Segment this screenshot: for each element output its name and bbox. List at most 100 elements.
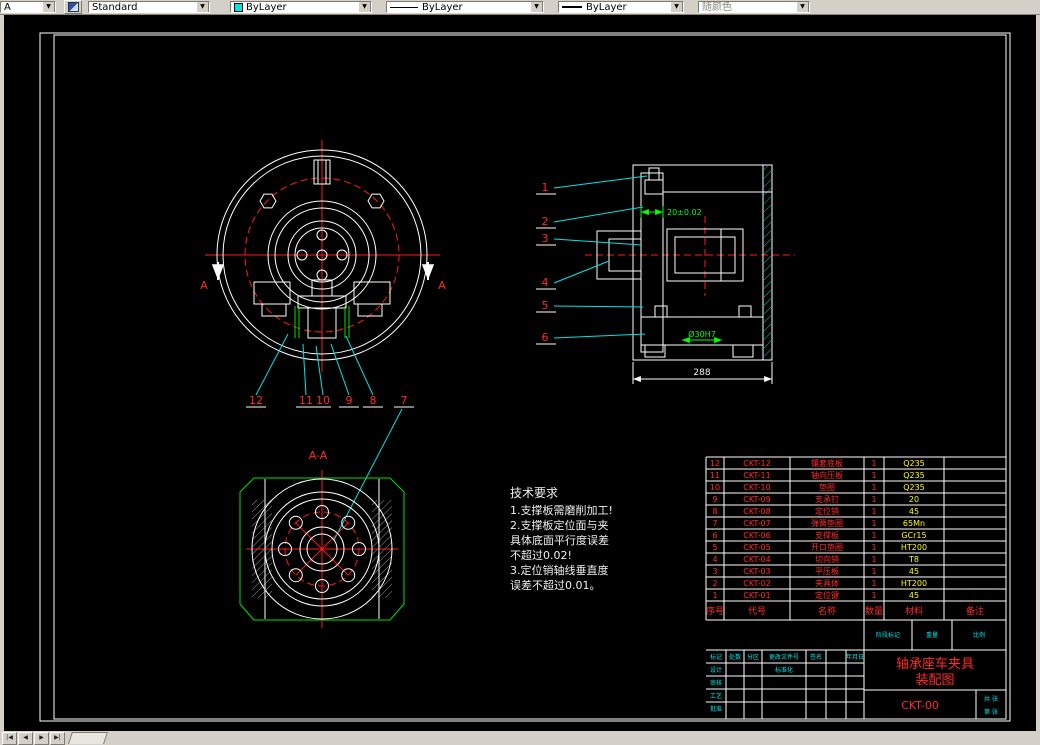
drawing-canvas[interactable]: A A 12 11 10 9 8 7 20±0.02 Ø30H7 288 1 2… (0, 0, 1040, 745)
chevron-down-icon[interactable]: ▼ (196, 2, 209, 12)
svg-text:轴向压板: 轴向压板 (811, 470, 843, 480)
properties-toolbar: A ▼ Standard ▼ ByLayer ▼ ByLayer ▼ ByLay… (0, 0, 1040, 15)
svg-text:数量: 数量 (865, 605, 883, 617)
svg-text:Q235: Q235 (903, 459, 925, 468)
section-label-left: A (200, 279, 208, 292)
drawing-number: CKT-00 (901, 699, 939, 712)
svg-text:45: 45 (909, 591, 919, 600)
tech-requirement-line: 2.支撑板定位面与夹 (510, 518, 609, 532)
svg-text:T8: T8 (908, 555, 919, 564)
svg-text:1: 1 (871, 591, 876, 600)
dim-style-combo[interactable]: A ▼ (0, 1, 56, 13)
chevron-down-icon[interactable]: ▼ (358, 2, 371, 12)
callout-2: 2 (542, 215, 549, 228)
svg-text:开口垫圈: 开口垫圈 (811, 542, 843, 552)
plot-style-combo: 随颜色 ▼ (698, 1, 810, 13)
dim-tolerance: 20±0.02 (667, 208, 702, 217)
svg-text:4: 4 (712, 555, 717, 564)
titleblock-label: 第 张 (984, 708, 998, 716)
svg-text:弹簧垫圈: 弹簧垫圈 (811, 518, 843, 528)
svg-text:10: 10 (710, 483, 720, 492)
last-tab-icon[interactable]: ▶| (50, 731, 65, 745)
svg-text:定位销: 定位销 (815, 506, 839, 516)
text-style-manager-button[interactable] (64, 0, 82, 14)
svg-text:代号: 代号 (748, 606, 766, 617)
titleblock-label: 共 张 (984, 695, 998, 703)
callout-11: 11 (299, 394, 313, 407)
svg-text:CKT-05: CKT-05 (743, 543, 770, 552)
callout-12: 12 (249, 394, 263, 407)
svg-text:CKT-06: CKT-06 (743, 531, 770, 540)
lineweight-combo[interactable]: ByLayer ▼ (558, 1, 684, 13)
chevron-down-icon[interactable]: ▼ (42, 2, 55, 12)
svg-text:GCr15: GCr15 (901, 531, 926, 540)
color-combo[interactable]: ByLayer ▼ (230, 1, 372, 13)
linetype-combo[interactable]: ByLayer ▼ (386, 1, 544, 13)
svg-text:Q235: Q235 (903, 471, 925, 480)
svg-text:9: 9 (712, 495, 717, 504)
svg-text:6: 6 (712, 531, 717, 540)
linetype-value: ByLayer (422, 1, 463, 13)
linetype-icon (390, 6, 418, 8)
first-tab-icon[interactable]: |◀ (2, 731, 17, 745)
svg-text:1: 1 (871, 567, 876, 576)
svg-text:CKT-03: CKT-03 (743, 567, 770, 576)
svg-text:CKT-11: CKT-11 (743, 471, 770, 480)
titleblock-label: 签名 (810, 653, 822, 661)
svg-text:1: 1 (871, 495, 876, 504)
svg-text:20: 20 (909, 495, 919, 504)
svg-text:CKT-07: CKT-07 (743, 519, 770, 528)
svg-text:3: 3 (712, 567, 717, 576)
titleblock-label: 标记 (710, 653, 722, 661)
titleblock-label: 比例 (973, 631, 985, 639)
svg-text:7: 7 (712, 519, 717, 528)
svg-text:HT200: HT200 (901, 579, 927, 588)
section-label-right: A (438, 279, 446, 292)
svg-text:65Mn: 65Mn (903, 519, 925, 528)
svg-text:8: 8 (712, 507, 717, 516)
svg-text:12: 12 (710, 459, 720, 468)
dim-bore: Ø30H7 (688, 329, 716, 339)
titleblock-label: 标准化 (775, 666, 793, 674)
text-style-combo[interactable]: Standard ▼ (88, 1, 210, 13)
layout-tab[interactable] (68, 732, 108, 744)
titleblock-label: 审核 (710, 679, 722, 687)
svg-text:1: 1 (871, 531, 876, 540)
chevron-down-icon[interactable]: ▼ (530, 2, 543, 12)
svg-text:11: 11 (710, 471, 720, 480)
prev-tab-icon[interactable]: ◀ (18, 731, 33, 745)
titleblock-label: 更改文件号 (769, 653, 799, 661)
svg-text:垫圈: 垫圈 (819, 482, 835, 492)
callout-10: 10 (316, 394, 330, 407)
chevron-down-icon[interactable]: ▼ (670, 2, 683, 12)
svg-text:1: 1 (871, 519, 876, 528)
titleblock-label: 工艺 (710, 692, 722, 700)
svg-text:2: 2 (712, 579, 717, 588)
svg-text:序号: 序号 (706, 605, 724, 617)
svg-text:45: 45 (909, 567, 919, 576)
callout-5: 5 (542, 299, 549, 312)
lineweight-icon (562, 6, 582, 8)
callout-8: 8 (370, 394, 377, 407)
dim-width: 288 (693, 368, 710, 378)
layout-tab-strip: |◀ ◀ ▶ ▶| (2, 731, 108, 745)
svg-text:平压板: 平压板 (815, 566, 839, 576)
tech-requirement-line: 1.支撑板需磨削加工! (510, 503, 613, 517)
tech-requirement-line: 不超过0.02! (510, 548, 572, 562)
svg-text:CKT-01: CKT-01 (743, 591, 770, 600)
svg-text:Q235: Q235 (903, 483, 925, 492)
drawing-title-line1: 轴承座车夹具 (896, 656, 974, 672)
color-swatch-icon (234, 2, 243, 12)
svg-text:CKT-09: CKT-09 (743, 495, 770, 504)
dim-style-value: A (4, 1, 11, 13)
aa-view-label: A-A (309, 449, 328, 462)
svg-text:切向销: 切向销 (815, 554, 839, 564)
next-tab-icon[interactable]: ▶ (34, 731, 49, 745)
svg-text:1: 1 (871, 483, 876, 492)
svg-text:1: 1 (871, 543, 876, 552)
svg-text:1: 1 (712, 591, 717, 600)
tech-requirements-title: 技术要求 (510, 486, 558, 500)
callout-3: 3 (542, 232, 549, 245)
titleblock-label: 分区 (747, 653, 759, 661)
titleblock-label: 批准 (710, 705, 722, 713)
